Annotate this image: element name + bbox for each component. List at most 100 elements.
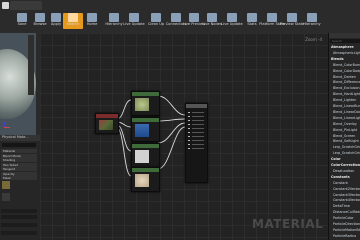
output-pin-labels bbox=[192, 112, 204, 152]
toolbar-button-label: Preview State bbox=[279, 22, 305, 26]
toolbar-button-label: Search bbox=[66, 22, 80, 26]
texture-sample-node-2[interactable] bbox=[131, 117, 160, 142]
toolbar-button-15[interactable]: Hierarchy bbox=[302, 13, 322, 29]
toolbar-button-7[interactable]: Clean Up bbox=[146, 13, 166, 29]
texture-thumbnail bbox=[99, 120, 113, 130]
palette-item[interactable]: DeltaTime bbox=[330, 204, 360, 210]
details-header: Physical Mate... bbox=[0, 135, 40, 141]
platform-stats-icon bbox=[267, 13, 277, 22]
details-field[interactable] bbox=[1, 231, 37, 235]
wire bbox=[157, 95, 186, 116]
texture-node-source[interactable] bbox=[95, 113, 119, 134]
cleanup-icon bbox=[151, 13, 161, 22]
palette-item[interactable]: Blend_LinearDodge bbox=[330, 110, 360, 116]
palette-item[interactable]: ParticleDirection bbox=[330, 222, 360, 228]
details-row-label: Blend Mode bbox=[3, 153, 21, 158]
toolbar-button-label: Home bbox=[86, 22, 98, 26]
texture-sample-node-4[interactable] bbox=[131, 167, 160, 192]
wire bbox=[116, 127, 132, 177]
palette-item[interactable]: Lerp_ScratchGrime bbox=[330, 145, 360, 151]
details-row[interactable]: Tangent bbox=[1, 167, 37, 171]
palette-item[interactable]: Constant2Vector bbox=[330, 187, 360, 193]
details-panel: Physical Mate... Material Blend Mode Shadi… bbox=[0, 135, 40, 240]
palette-item[interactable]: Blend_ColorDodge bbox=[330, 69, 360, 75]
stats-icon bbox=[247, 13, 257, 22]
palette-item[interactable]: Blend_Lighten bbox=[330, 98, 360, 104]
palette-item[interactable]: Blend_Exclusion bbox=[330, 86, 360, 92]
details-row[interactable]: Blend Mode bbox=[1, 153, 37, 158]
palette-item[interactable]: Blend_Screen bbox=[330, 134, 360, 140]
details-field[interactable] bbox=[1, 215, 37, 219]
toolbar-button-label: Stats bbox=[247, 22, 257, 26]
details-row[interactable]: Shading bbox=[1, 158, 37, 162]
details-row-label: Tangent bbox=[3, 167, 15, 171]
palette-item[interactable]: Blend_SoftLight bbox=[330, 139, 360, 145]
texture-sample-node-3[interactable] bbox=[131, 143, 160, 168]
hierarchy-icon bbox=[307, 13, 317, 22]
details-field[interactable] bbox=[1, 209, 37, 213]
toolbar-button-6[interactable]: Live Update bbox=[123, 13, 145, 29]
palette-category[interactable]: Blends bbox=[330, 57, 360, 63]
palette-item[interactable]: ParticleMotionBlur bbox=[330, 228, 360, 234]
palette-item[interactable]: Blend_Difference bbox=[330, 80, 360, 86]
toolbar-button-9[interactable]: Live Preview bbox=[183, 13, 205, 29]
palette-item[interactable]: DistanceCullFade bbox=[330, 210, 360, 216]
connectors-icon bbox=[171, 13, 181, 22]
toolbar-button-10[interactable]: Live Nodes bbox=[202, 13, 222, 29]
palette-item[interactable]: Lerp_ScratchGrime2 bbox=[330, 151, 360, 157]
palette-item[interactable]: Blend_Darken bbox=[330, 75, 360, 81]
details-row-label: Two Sided bbox=[3, 162, 18, 167]
toolbar-button-label: Live Nodes bbox=[202, 22, 222, 26]
toolbar-button-3[interactable]: Search bbox=[63, 13, 83, 29]
toolbar-button-4[interactable]: Home bbox=[82, 13, 102, 29]
palette-item[interactable]: Blend_Overlay bbox=[330, 122, 360, 128]
palette-item[interactable]: Blend_LinearBurn bbox=[330, 104, 360, 110]
toolbar-button-0[interactable]: Save bbox=[12, 13, 32, 29]
details-row[interactable]: Opacity bbox=[1, 171, 37, 176]
wire bbox=[116, 124, 132, 152]
palette-category[interactable]: Atmosphere bbox=[330, 45, 360, 51]
toolbar-button-14[interactable]: Preview State bbox=[279, 13, 305, 29]
palette-search-input[interactable]: Search bbox=[330, 39, 360, 43]
palette-category[interactable]: ColorCorrection bbox=[330, 163, 360, 169]
details-search-input[interactable] bbox=[2, 143, 36, 147]
material-output-node[interactable] bbox=[185, 103, 208, 183]
home-icon bbox=[87, 13, 97, 22]
palette-item[interactable]: ParticleColor bbox=[330, 216, 360, 222]
window-icon bbox=[2, 2, 9, 9]
texture-sample-node-1[interactable] bbox=[131, 91, 160, 116]
toolbar-button-11[interactable]: Live Update bbox=[221, 13, 243, 29]
palette-item[interactable]: Desaturation bbox=[330, 169, 360, 175]
palette-item[interactable]: Blend_HardLight bbox=[330, 92, 360, 98]
palette-item[interactable]: AtmosphericLightCol.. bbox=[330, 51, 360, 57]
details-row[interactable]: Mask bbox=[1, 176, 37, 180]
preview-viewport[interactable] bbox=[0, 33, 36, 135]
tab-material[interactable] bbox=[10, 1, 42, 10]
texture-swatch-1[interactable] bbox=[2, 181, 10, 189]
palette-item[interactable]: Constant4Vector bbox=[330, 198, 360, 204]
palette-item[interactable]: ParticleRadius bbox=[330, 234, 360, 240]
details-field[interactable] bbox=[1, 223, 37, 227]
live-preview-icon bbox=[189, 13, 199, 22]
graph-watermark: MATERIAL bbox=[252, 217, 324, 231]
palette-item[interactable]: Blend_ColorBurn bbox=[330, 63, 360, 69]
palette-category[interactable]: Color bbox=[330, 157, 360, 163]
texture-swatch-2[interactable] bbox=[2, 193, 10, 201]
details-row[interactable]: Two Sided bbox=[1, 162, 37, 167]
folder-icon bbox=[35, 13, 45, 22]
palette-item[interactable]: Constant3Vector bbox=[330, 193, 360, 199]
details-row[interactable]: Material bbox=[1, 149, 37, 153]
search-icon bbox=[68, 13, 78, 22]
preview-shape-buttons[interactable] bbox=[28, 35, 34, 95]
palette-header bbox=[329, 33, 360, 38]
toolbar-button-5[interactable]: Hierarchy bbox=[104, 13, 124, 29]
live-update-icon bbox=[227, 13, 237, 22]
texture-thumbnail bbox=[135, 98, 149, 111]
palette-item[interactable]: Constant bbox=[330, 181, 360, 187]
palette-item[interactable]: Blend_LinearLight bbox=[330, 116, 360, 122]
material-graph[interactable]: Zoom -4 MATERIAL bbox=[40, 33, 328, 240]
palette-item[interactable]: Blend_PinLight bbox=[330, 128, 360, 134]
texture-thumbnail bbox=[135, 174, 149, 187]
palette-category[interactable]: Constants bbox=[330, 175, 360, 181]
toolbar-button-label: Browse bbox=[33, 22, 47, 26]
